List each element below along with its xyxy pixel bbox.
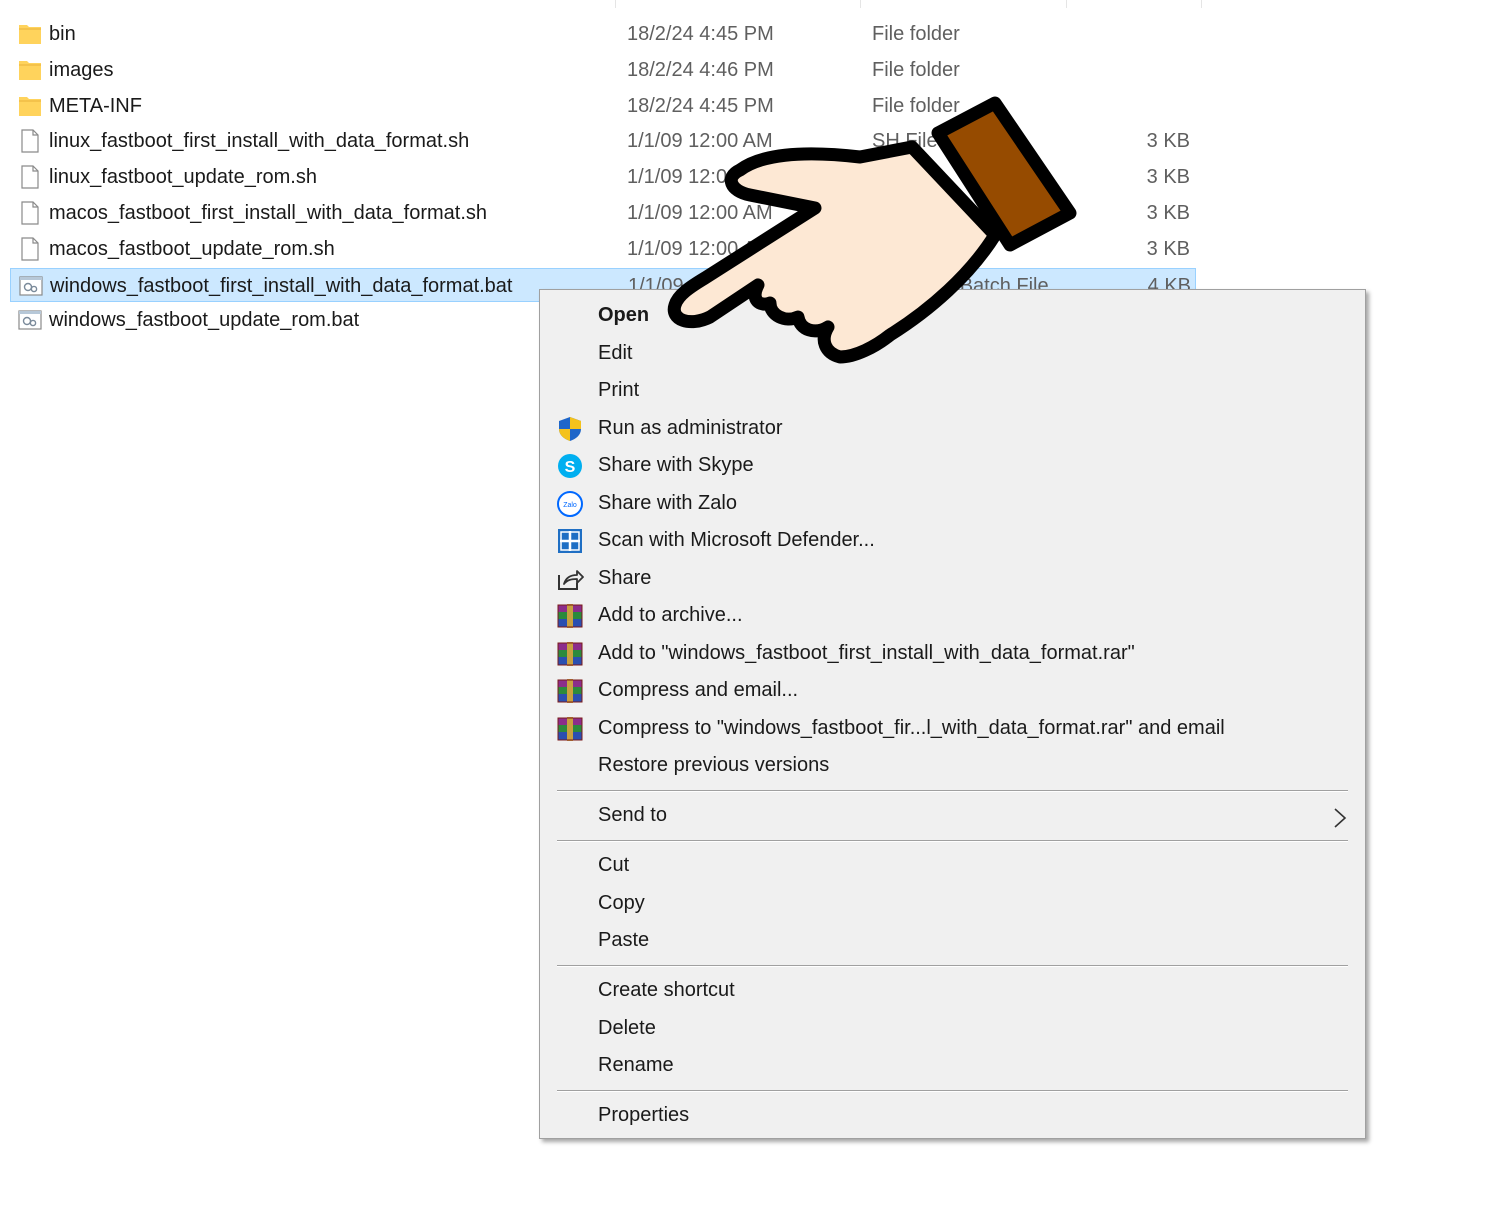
menu-item-label: Share with Zalo xyxy=(598,491,737,514)
menu-item-label: Print xyxy=(598,379,640,401)
menu-item-copy[interactable]: Copy xyxy=(540,885,1365,922)
menu-item-label: Share xyxy=(598,566,652,589)
menu-item-add-to-archive[interactable]: Add to archive... xyxy=(540,597,1365,634)
batch-file-icon xyxy=(19,274,43,298)
menu-separator xyxy=(557,1089,1348,1092)
batch-file-icon xyxy=(18,308,42,332)
file-size: 3 KB xyxy=(1146,166,1190,189)
menu-item-create-shortcut[interactable]: Create shortcut xyxy=(540,972,1365,1009)
file-name: macos_fastboot_update_rom.sh xyxy=(49,237,335,260)
menu-item-compress-and-email[interactable]: Compress and email... xyxy=(540,672,1365,709)
menu-item-label: Run as administrator xyxy=(598,416,783,439)
menu-item-label: Share with Skype xyxy=(598,454,754,476)
file-name: macos_fastboot_first_install_with_data_f… xyxy=(49,202,488,224)
file-name: images xyxy=(49,58,114,81)
pointing-hand-icon xyxy=(667,96,1077,364)
menu-item-cut[interactable]: Cut xyxy=(540,847,1365,884)
menu-item-rename[interactable]: Rename xyxy=(540,1047,1365,1084)
skype-icon: S xyxy=(556,452,584,480)
menu-item-compress-to-windows-fastboot-fir-l-with-[interactable]: Compress to "windows_fastboot_fir...l_wi… xyxy=(540,710,1365,747)
column-divider[interactable] xyxy=(1201,0,1202,8)
file-icon xyxy=(18,237,42,261)
file-type: File folder xyxy=(872,23,960,45)
column-divider[interactable] xyxy=(860,0,861,8)
menu-item-label: Properties xyxy=(598,1104,690,1126)
menu-item-delete[interactable]: Delete xyxy=(540,1010,1365,1047)
file-date-modified: 18/2/24 4:45 PM xyxy=(627,23,774,45)
menu-item-restore-previous-versions[interactable]: Restore previous versions xyxy=(540,747,1365,784)
winrar-icon xyxy=(556,640,584,668)
menu-item-label: Copy xyxy=(598,891,645,914)
folder-icon xyxy=(18,94,42,118)
context-menu: Open Edit Print Run as administrator S Share … xyxy=(539,289,1366,1139)
menu-item-share[interactable]: Share xyxy=(540,560,1365,597)
menu-item-label: Paste xyxy=(598,929,650,951)
shield-icon xyxy=(556,415,584,443)
file-type: File folder xyxy=(872,58,960,81)
menu-item-run-as-administrator[interactable]: Run as administrator xyxy=(540,410,1365,447)
defender-icon xyxy=(556,527,584,555)
file-size: 3 KB xyxy=(1146,202,1190,224)
menu-item-add-to-windows-fastboot-first-install-wi[interactable]: Add to "windows_fastboot_first_install_w… xyxy=(540,635,1365,672)
folder-icon xyxy=(18,22,42,46)
menu-item-label: Cut xyxy=(598,854,630,876)
file-date-modified: 18/2/24 4:46 PM xyxy=(627,58,774,81)
menu-item-scan-with-microsoft-defender[interactable]: Scan with Microsoft Defender... xyxy=(540,522,1365,559)
menu-item-label: Delete xyxy=(598,1016,656,1039)
file-name: linux_fastboot_update_rom.sh xyxy=(49,166,317,189)
share-icon xyxy=(556,565,584,593)
menu-separator xyxy=(557,789,1348,792)
winrar-icon xyxy=(556,602,584,630)
file-name: bin xyxy=(49,23,76,45)
column-divider[interactable] xyxy=(1066,0,1067,8)
file-icon xyxy=(18,129,42,153)
file-row[interactable]: bin 18/2/24 4:45 PM File folder xyxy=(10,17,1196,51)
menu-separator xyxy=(557,964,1348,967)
menu-item-share-with-skype[interactable]: S Share with Skype xyxy=(540,447,1365,484)
zalo-icon: Zalo xyxy=(556,490,584,518)
menu-item-share-with-zalo[interactable]: Zalo Share with Zalo xyxy=(540,485,1365,522)
folder-icon xyxy=(18,58,42,82)
menu-item-print[interactable]: Print xyxy=(540,372,1365,409)
file-row[interactable]: images 18/2/24 4:46 PM File folder xyxy=(10,53,1196,87)
menu-item-label: Add to "windows_fastboot_first_install_w… xyxy=(598,641,1135,664)
file-size: 3 KB xyxy=(1146,237,1190,260)
chevron-right-icon xyxy=(1333,805,1347,828)
svg-text:Zalo: Zalo xyxy=(563,502,577,509)
menu-item-send-to[interactable]: Send to xyxy=(540,797,1365,834)
winrar-icon xyxy=(556,715,584,743)
menu-item-label: Compress and email... xyxy=(598,679,799,701)
menu-item-label: Create shortcut xyxy=(598,979,735,1001)
menu-item-label: Open xyxy=(598,304,650,326)
menu-item-label: Edit xyxy=(598,341,633,364)
menu-item-paste[interactable]: Paste xyxy=(540,922,1365,959)
file-size: 3 KB xyxy=(1146,130,1190,153)
menu-item-label: Scan with Microsoft Defender... xyxy=(598,529,875,551)
menu-item-label: Add to archive... xyxy=(598,604,743,626)
file-name: META-INF xyxy=(49,94,142,117)
file-name: linux_fastboot_first_install_with_data_f… xyxy=(49,130,470,153)
svg-text:S: S xyxy=(565,459,576,476)
menu-separator xyxy=(557,839,1348,842)
file-name: windows_fastboot_first_install_with_data… xyxy=(50,274,513,297)
menu-item-properties[interactable]: Properties xyxy=(540,1097,1365,1134)
file-name: windows_fastboot_update_rom.bat xyxy=(49,309,360,332)
file-icon xyxy=(18,201,42,225)
column-divider[interactable] xyxy=(615,0,616,8)
menu-item-label: Compress to "windows_fastboot_fir...l_wi… xyxy=(598,716,1225,739)
winrar-icon xyxy=(556,677,584,705)
menu-item-label: Restore previous versions xyxy=(598,754,830,776)
menu-item-label: Send to xyxy=(598,804,667,826)
menu-item-label: Rename xyxy=(598,1054,674,1076)
file-icon xyxy=(18,165,42,189)
